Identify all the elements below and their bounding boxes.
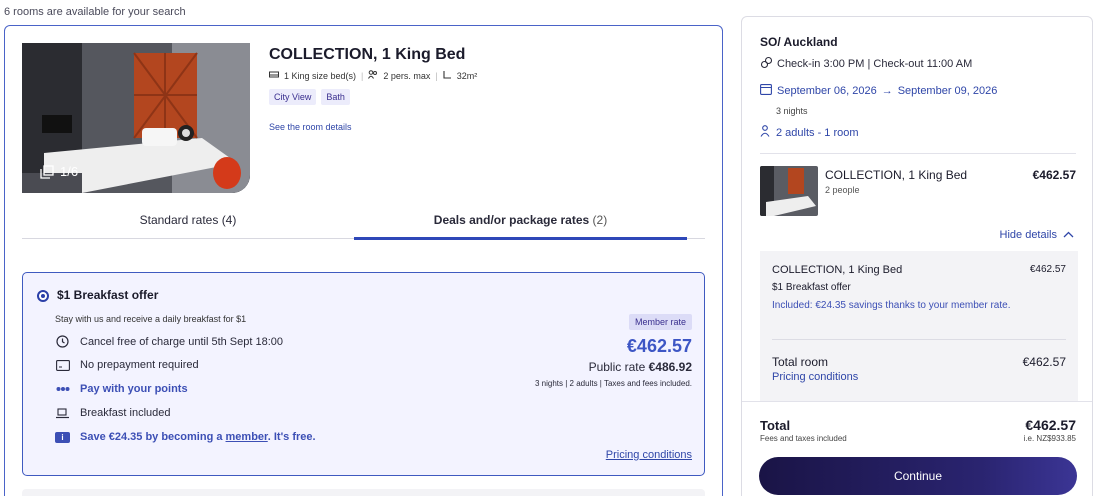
bed-icon	[269, 71, 279, 81]
chevron-up-icon	[1063, 229, 1074, 241]
public-rate-label: Public rate	[588, 360, 649, 374]
breakfast-offer-card[interactable]: $1 Breakfast offer Stay with us and rece…	[22, 272, 705, 476]
price-details: COLLECTION, 1 King Bed €462.57 $1 Breakf…	[760, 251, 1078, 401]
member-rate-badge: Member rate	[628, 314, 692, 330]
tab-standard-rates[interactable]: Standard rates (4)	[22, 209, 354, 239]
room-features: 1 King size bed(s) | 2 pers. max | 32m²	[269, 70, 477, 81]
tab-standard-count: (4)	[221, 213, 237, 227]
total-divider	[742, 401, 1092, 402]
tag-bath: Bath	[321, 89, 350, 105]
calendar-icon	[760, 83, 772, 98]
summary-room-people: 2 people	[825, 185, 860, 195]
breakfast-icon	[55, 407, 70, 419]
cancel-policy: Cancel free of charge until 5th Sept 18:…	[55, 335, 283, 348]
summary-divider	[760, 153, 1076, 154]
pay-with-points[interactable]: Pay with your points	[55, 383, 188, 395]
room-details-link[interactable]: See the room details	[269, 122, 352, 132]
checkin-info: Check-in 3:00 PM | Check-out 11:00 AM	[760, 56, 972, 72]
guests-text: 2 adults - 1 room	[776, 126, 859, 139]
room-card: 1/6 COLLECTION, 1 King Bed 1 King size b…	[4, 25, 723, 496]
offer-radio[interactable]	[37, 290, 49, 302]
feature-separator: |	[435, 70, 438, 81]
hotel-name: SO/ Auckland	[760, 35, 838, 49]
public-rate-value: €486.92	[648, 360, 692, 374]
summary-room-price: €462.57	[1032, 168, 1076, 182]
total-room-label: Total room	[772, 355, 829, 369]
nights-count: 3 nights	[776, 106, 808, 116]
room-photo[interactable]: 1/6	[22, 43, 250, 193]
feature-separator: |	[361, 70, 364, 81]
cancel-text: Cancel free of charge until 5th Sept 18:…	[80, 335, 284, 348]
area-text: 32m²	[456, 70, 478, 81]
tab-deals-label: Deals and/or package rates	[433, 213, 590, 227]
persons-icon	[368, 70, 378, 81]
tab-deals-package-rates[interactable]: Deals and/or package rates (2)	[354, 209, 687, 240]
member-icon: i	[55, 431, 70, 443]
area-icon	[443, 70, 452, 81]
arrow-right-icon: →	[881, 84, 893, 97]
pricing-conditions-link[interactable]: Pricing conditions	[606, 449, 692, 461]
details-offer: $1 Breakfast offer	[772, 282, 851, 293]
save-prefix: Save €24.35 by becoming a	[80, 431, 226, 443]
details-pricing-link[interactable]: Pricing conditions	[772, 371, 858, 383]
save-text: Save €24.35 by becoming a member. It's f…	[80, 431, 316, 443]
link-icon	[760, 56, 773, 72]
room-thumbnail	[760, 166, 818, 216]
total-room-price: €462.57	[1022, 355, 1066, 369]
checkin-text: Check-in 3:00 PM | Check-out 11:00 AM	[777, 58, 973, 70]
continue-button[interactable]: Continue	[759, 457, 1077, 495]
tab-deals-count: (2)	[592, 213, 608, 227]
total-price: €462.57	[1025, 417, 1076, 433]
tag-city-view: City View	[269, 89, 317, 105]
clock-icon	[55, 335, 70, 348]
prepayment-text: No prepayment required	[80, 359, 199, 371]
photo-counter-text: 1/6	[60, 164, 79, 179]
breakfast-text: Breakfast included	[80, 407, 171, 419]
breakfast-included: Breakfast included	[55, 407, 171, 419]
prepayment-policy: No prepayment required	[55, 359, 199, 371]
member-savings: i Save €24.35 by becoming a member. It's…	[55, 431, 316, 443]
summary-room-name: COLLECTION, 1 King Bed	[825, 168, 968, 182]
member-link[interactable]: member	[226, 431, 268, 443]
availability-note: 6 rooms are available for your search	[4, 6, 186, 18]
total-sub: Fees and taxes included	[760, 434, 847, 443]
details-included: Included: €24.35 savings thanks to your …	[772, 300, 1011, 311]
room-title: COLLECTION, 1 King Bed	[269, 46, 466, 63]
offer-price: €462.57	[626, 336, 692, 356]
hide-details-label: Hide details	[999, 229, 1057, 241]
room-tags: City View Bath	[269, 89, 350, 105]
tab-standard-label: Standard rates	[139, 213, 219, 227]
details-room: COLLECTION, 1 King Bed	[772, 264, 903, 276]
next-offer-card[interactable]	[22, 489, 705, 496]
stay-dates[interactable]: September 06, 2026 → September 09, 2026	[760, 83, 997, 98]
points-text: Pay with your points	[80, 383, 188, 395]
public-rate: Public rate €486.92	[589, 360, 692, 374]
card-icon	[55, 359, 70, 371]
date-to: September 09, 2026	[897, 84, 998, 97]
save-suffix: . It's free.	[267, 431, 316, 443]
offer-description: Stay with us and receive a daily breakfa…	[55, 314, 247, 324]
details-room-price: €462.57	[1029, 264, 1066, 275]
persons-text: 2 pers. max	[383, 70, 431, 81]
total-label: Total	[760, 418, 791, 433]
booking-summary: SO/ Auckland Check-in 3:00 PM | Check-ou…	[741, 16, 1093, 496]
guests-info[interactable]: 2 adults - 1 room	[760, 125, 859, 140]
price-note: 3 nights | 2 adults | Taxes and fees inc…	[535, 379, 692, 388]
date-from: September 06, 2026	[777, 84, 877, 97]
details-divider	[772, 339, 1066, 340]
offer-title: $1 Breakfast offer	[57, 288, 159, 302]
total-nzd: i.e. NZ$933.85	[1023, 434, 1076, 443]
gallery-icon	[40, 164, 54, 179]
hide-details-button[interactable]: Hide details	[1000, 229, 1074, 241]
bed-text: 1 King size bed(s)	[284, 70, 357, 81]
rate-tabs: Standard rates (4) Deals and/or package …	[22, 209, 705, 240]
photo-counter[interactable]: 1/6	[40, 164, 78, 179]
points-icon	[55, 385, 70, 393]
person-icon	[760, 125, 770, 140]
